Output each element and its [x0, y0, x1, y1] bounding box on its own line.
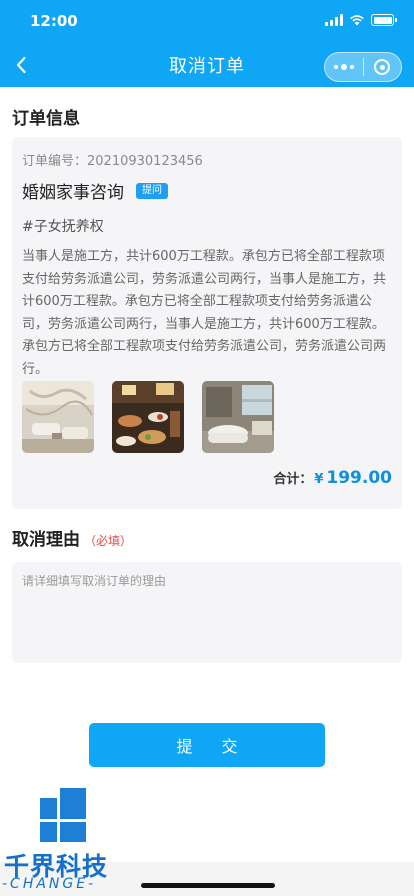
battery-icon [371, 14, 397, 26]
target-close-icon [374, 59, 391, 75]
order-card: 订单编号：20210930123456 婚姻家事咨询 提问 #子女抚养权 当事人… [12, 137, 402, 509]
signal-icon [325, 14, 343, 26]
topic-tag: #子女抚养权 [22, 219, 104, 235]
photo-thumbnail-buffet[interactable] [112, 381, 184, 453]
bathroom-photo [202, 381, 274, 453]
required-hint: （必填） [84, 534, 133, 548]
total-label: 合计： [273, 472, 313, 487]
order-info-title: 订单信息 [12, 109, 80, 129]
cancel-reason-label: 取消理由 [12, 530, 80, 550]
order-number: 订单编号：20210930123456 [22, 154, 203, 169]
wifi-icon [350, 15, 364, 26]
photo-thumbnail-lounge[interactable] [22, 381, 94, 453]
home-indicator [141, 883, 275, 888]
submit-button[interactable]: 提 交 [89, 723, 325, 767]
watermark-subtext: -CHANGE- [2, 876, 97, 892]
more-button[interactable] [325, 52, 363, 82]
order-total: 合计： ¥ 199.00 [273, 468, 392, 488]
mini-program-capsule [324, 52, 402, 82]
currency-symbol: ¥ [314, 472, 324, 487]
total-amount: 199.00 [326, 468, 392, 488]
service-name: 婚姻家事咨询 [22, 183, 124, 203]
photo-thumbnail-bathroom[interactable] [202, 381, 274, 453]
order-description: 当事人是施工方，共计600万工程款。承包方已将全部工程款项支付给劳务派遣公司，劳… [22, 249, 387, 377]
status-icons [325, 14, 397, 26]
close-button[interactable] [363, 52, 401, 82]
cancel-reason-title: 取消理由 （必填） [12, 525, 132, 550]
service-row: 婚姻家事咨询 提问 [22, 178, 168, 203]
buffet-photo [112, 381, 184, 453]
nav-header: 12:00 取消订单 [0, 0, 414, 87]
lounge-photo [22, 381, 94, 453]
question-badge: 提问 [136, 182, 168, 199]
status-time: 12:00 [30, 12, 78, 30]
cancel-reason-input[interactable] [12, 562, 402, 663]
